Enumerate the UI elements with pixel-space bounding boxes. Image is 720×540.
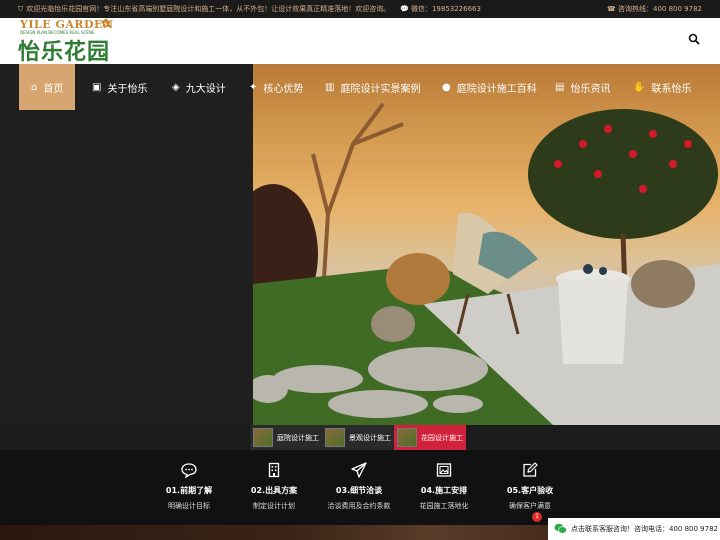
edit-icon	[490, 462, 570, 478]
step-title: 01.前期了解	[165, 486, 213, 495]
hotline-contact[interactable]: ☎ 咨询热线：400 800 9782	[607, 0, 702, 18]
nav-garden-cases[interactable]: ▥ 庭院设计实景案例	[325, 64, 420, 110]
id-card-icon: ▣	[92, 81, 102, 93]
welcome-message: ⛉ 欢迎光临怡乐花园官网！专注山东省高端别墅庭院设计和施工一体，从不外包！让设计效…	[18, 5, 391, 13]
left-dark-panel	[0, 64, 253, 425]
flower-icon: ✿	[101, 16, 112, 30]
home-icon: ⌂	[31, 81, 38, 93]
garden-scene-image	[253, 102, 720, 425]
layers-icon: ◈	[172, 81, 180, 93]
handshake-icon: ✋	[633, 81, 646, 93]
step-title: 05.客户验收	[506, 486, 554, 495]
wechat-icon: 💬	[400, 5, 409, 13]
search-icon[interactable]	[688, 33, 700, 45]
image-icon	[404, 462, 484, 478]
step-desc: 洽谈费用及合约条款	[327, 502, 391, 510]
notification-badge: 1	[532, 512, 542, 522]
step-desc: 花园施工落地化	[419, 502, 469, 510]
nav-garden-encyclopedia[interactable]: ● 庭院设计施工百科	[442, 64, 537, 110]
nav-core-advantages[interactable]: ✦ 核心优势	[249, 64, 303, 110]
thumb-image	[325, 428, 345, 447]
logo-chinese: 怡乐花园	[18, 40, 111, 65]
step-item[interactable]: 03.细节洽谈 洽谈费用及合约条款	[319, 450, 399, 511]
building-icon: ▥	[325, 81, 335, 93]
step-title: 04.施工安排	[420, 486, 468, 495]
thumb-tab-courtyard[interactable]: 庭院设计施工	[250, 425, 322, 450]
shield-icon: ⛉	[18, 5, 24, 13]
site-header: YILE GARDEN ✿ DESIGN PLAN BECOMES REAL S…	[0, 16, 720, 65]
nav-news[interactable]: ▤ 怡乐资讯	[555, 64, 610, 110]
nav-nine-designs[interactable]: ◈ 九大设计	[172, 64, 226, 110]
step-title: 02.出具方案	[250, 486, 298, 495]
thumb-image	[397, 428, 417, 447]
user-icon: ●	[442, 81, 451, 93]
step-desc: 确保客户满意	[509, 502, 551, 510]
step-item[interactable]: 01.前期了解 明确设计目标	[149, 450, 229, 511]
building-icon	[234, 462, 314, 478]
nav-about[interactable]: ▣ 关于怡乐	[92, 64, 147, 110]
thumb-tab-garden[interactable]: 花园设计施工	[394, 425, 466, 450]
wechat-contact[interactable]: 💬 微信：19853226663	[400, 0, 481, 18]
step-item[interactable]: 02.出具方案 制定设计计划	[234, 450, 314, 511]
step-item[interactable]: 04.施工安排 花园施工落地化	[404, 450, 484, 511]
step-item[interactable]: 05.客户验收 确保客户满意	[490, 450, 570, 511]
phone-icon: ☎	[607, 5, 616, 13]
step-desc: 明确设计目标	[168, 502, 210, 510]
thumb-icon: ✦	[249, 81, 258, 93]
hero-banner[interactable]	[253, 64, 720, 425]
customer-service-chat[interactable]: 1 点击联系客服咨询！咨询电话：400 800 9782	[532, 512, 720, 540]
wechat-icon	[554, 523, 567, 536]
nav-home[interactable]: ⌂ 首页	[19, 64, 76, 110]
process-steps: 01.前期了解 明确设计目标 02.出具方案 制定设计计划 03.细节洽谈 洽谈…	[0, 450, 720, 525]
news-icon: ▤	[555, 81, 565, 93]
step-desc: 制定设计计划	[253, 502, 295, 510]
main-nav: ⌂ 首页 ▣ 关于怡乐 ◈ 九大设计 ✦ 核心优势 ▥ 庭院设计实景案例 ● 庭…	[0, 64, 720, 110]
site-logo[interactable]: YILE GARDEN ✿ DESIGN PLAN BECOMES REAL S…	[18, 16, 128, 65]
slider-thumbnails: 庭院设计施工 景观设计施工 花园设计施工	[250, 425, 466, 450]
thumb-image	[253, 428, 273, 447]
step-title: 03.细节洽谈	[335, 486, 383, 495]
send-icon	[319, 462, 399, 478]
chat-bubble-icon	[149, 462, 229, 478]
nav-contact[interactable]: ✋ 联系怡乐	[633, 64, 691, 110]
thumb-tab-landscape[interactable]: 景观设计施工	[322, 425, 394, 450]
chat-text: 点击联系客服咨询！咨询电话：400 800 9782	[571, 525, 718, 533]
